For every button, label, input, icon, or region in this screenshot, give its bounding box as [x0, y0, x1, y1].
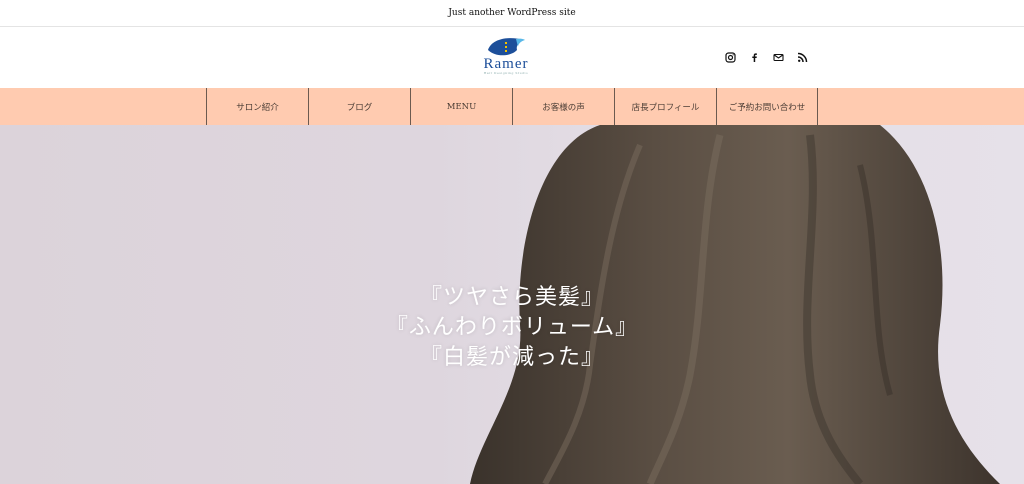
hero-line: 『ふんわりボリューム』 — [385, 315, 639, 340]
hero-banner: 『ツヤさら美髪』 『ふんわりボリューム』 『白髪が減った』 — [0, 125, 1024, 484]
hero-line: 『白髪が減った』 — [419, 345, 604, 370]
tagline-bar: Just another WordPress site — [0, 0, 1024, 27]
social-links — [725, 52, 808, 63]
nav-item-voice[interactable]: お客様の声 — [512, 88, 614, 125]
logo-subtext: Hair Designing Studio — [483, 71, 529, 75]
nav-item-label: ご予約お問い合わせ — [728, 102, 806, 113]
main-nav: サロン紹介 ブログ MENU お客様の声 店長プロフィール ご予約お問い合わせ — [0, 88, 1024, 125]
logo-text: Ramer — [483, 56, 529, 72]
rss-icon[interactable] — [797, 52, 808, 63]
nav-item-contact[interactable]: ご予約お問い合わせ — [716, 88, 818, 125]
mail-icon[interactable] — [773, 52, 784, 63]
nav-item-menu[interactable]: MENU — [410, 88, 512, 125]
nav-item-label: お客様の声 — [542, 102, 585, 113]
hero-line: 『ツヤさら美髪』 — [419, 285, 604, 310]
nav-item-label: ブログ — [346, 102, 373, 113]
nav-item-salon[interactable]: サロン紹介 — [206, 88, 308, 125]
nav-item-blog[interactable]: ブログ — [308, 88, 410, 125]
nav-item-label: サロン紹介 — [236, 102, 279, 113]
facebook-icon[interactable] — [749, 52, 760, 63]
site-logo[interactable]: Ramer Hair Designing Studio — [478, 36, 534, 80]
site-tagline: Just another WordPress site — [448, 8, 576, 18]
site-header: Ramer Hair Designing Studio — [0, 27, 1024, 88]
nav-item-label: 店長プロフィール — [631, 102, 700, 113]
hero-catchcopy: 『ツヤさら美髪』 『ふんわりボリューム』 『白髪が減った』 — [0, 283, 1024, 373]
instagram-icon[interactable] — [725, 52, 736, 63]
nav-item-profile[interactable]: 店長プロフィール — [614, 88, 716, 125]
logo-wave-icon — [488, 38, 525, 56]
nav-item-label: MENU — [446, 101, 477, 112]
